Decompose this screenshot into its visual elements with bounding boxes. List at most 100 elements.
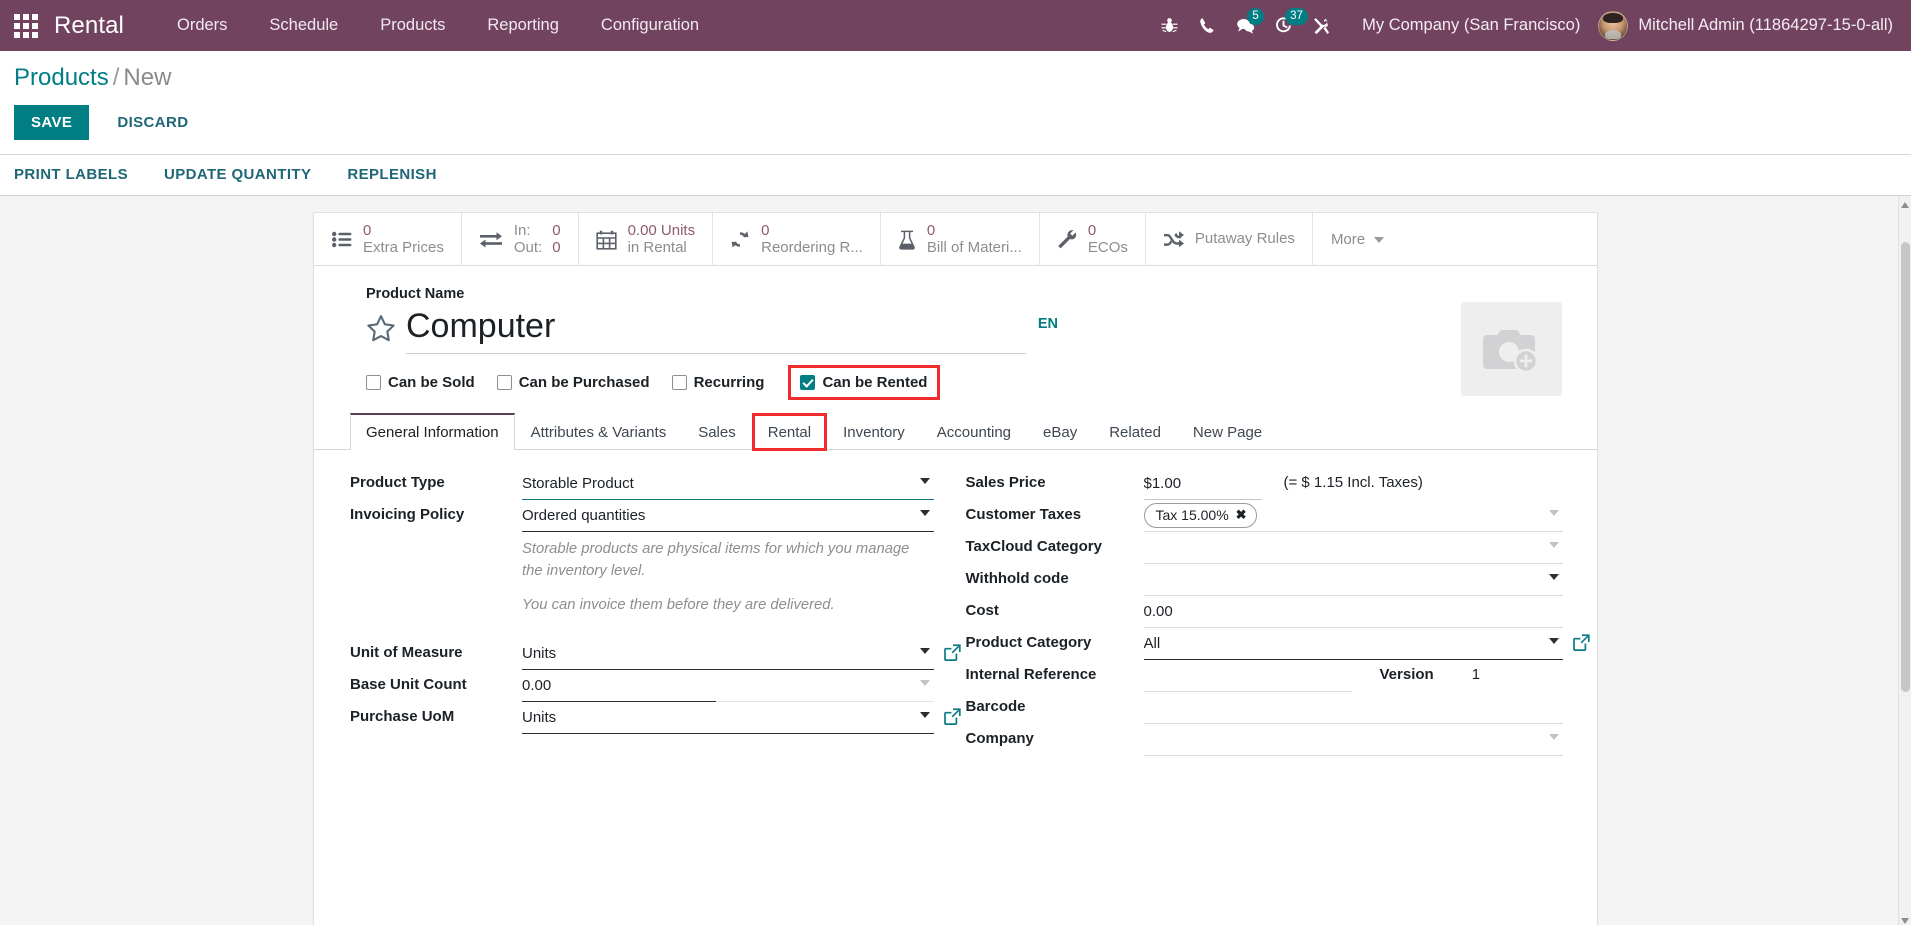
breadcrumb-separator: / — [109, 64, 124, 91]
stat-value: 0 — [1088, 223, 1128, 240]
can-be-rented-checkbox[interactable] — [800, 375, 815, 390]
recurring-checkbox[interactable] — [672, 375, 687, 390]
menu-item-schedule[interactable]: Schedule — [248, 0, 359, 51]
tools-icon[interactable] — [1302, 0, 1340, 51]
tab-attributes-variants[interactable]: Attributes & Variants — [515, 413, 683, 450]
stat-in-value: 0 — [552, 223, 560, 240]
barcode-input[interactable] — [1144, 692, 1564, 724]
can-be-sold-checkbox-item[interactable]: Can be Sold — [366, 374, 475, 391]
language-badge[interactable]: EN — [1038, 316, 1058, 332]
messages-badge-count: 5 — [1247, 8, 1264, 25]
company-select[interactable] — [1144, 724, 1564, 756]
breadcrumb: Products/New — [0, 51, 1911, 93]
vertical-scrollbar[interactable] — [1898, 196, 1911, 925]
taxcloud-category-select[interactable] — [1144, 532, 1564, 564]
star-outline-icon[interactable] — [366, 314, 396, 348]
menu-item-orders[interactable]: Orders — [156, 0, 248, 51]
can-be-purchased-label[interactable]: Can be Purchased — [519, 374, 650, 391]
stat-button-extra-prices[interactable]: 0 Extra Prices — [316, 213, 462, 266]
field-taxcloud-category: TaxCloud Category — [966, 532, 1564, 564]
tab-accounting[interactable]: Accounting — [921, 413, 1027, 450]
invoicing-policy-select[interactable] — [522, 500, 934, 532]
stat-button-ecos[interactable]: 0 ECOs — [1040, 213, 1146, 266]
discard-button[interactable]: DISCARD — [103, 105, 202, 140]
stat-button-putaway-rules[interactable]: Putaway Rules — [1146, 213, 1313, 266]
scroll-up-arrow-icon[interactable] — [1901, 202, 1909, 208]
customer-taxes-field[interactable]: Tax 15.00% ✖ — [1144, 500, 1564, 532]
unit-of-measure-label: Unit of Measure — [350, 638, 522, 661]
scrollbar-thumb[interactable] — [1901, 242, 1910, 692]
tab-inventory[interactable]: Inventory — [827, 413, 921, 450]
can-be-purchased-checkbox-item[interactable]: Can be Purchased — [497, 374, 650, 391]
field-withhold-code: Withhold code — [966, 564, 1564, 596]
cost-input[interactable] — [1144, 596, 1564, 628]
purchase-uom-select[interactable] — [522, 702, 934, 734]
menu-item-reporting[interactable]: Reporting — [466, 0, 580, 51]
base-unit-count-input[interactable] — [522, 670, 716, 702]
scroll-down-arrow-icon[interactable] — [1901, 918, 1909, 924]
stat-button-in-out[interactable]: In: 0 Out: 0 — [462, 213, 579, 266]
sales-price-label: Sales Price — [966, 468, 1144, 491]
tab-new-page[interactable]: New Page — [1177, 413, 1278, 450]
tab-ebay[interactable]: eBay — [1027, 413, 1093, 450]
customer-taxes-label: Customer Taxes — [966, 500, 1144, 523]
activities-clock-icon[interactable]: 37 — [1264, 0, 1302, 51]
sales-price-input[interactable] — [1144, 468, 1262, 500]
user-menu[interactable]: Mitchell Admin (11864297-15-0-all) — [1598, 11, 1897, 41]
stat-button-reordering-rules[interactable]: 0 Reordering R... — [713, 213, 881, 266]
can-be-rented-label[interactable]: Can be Rented — [822, 374, 927, 391]
base-unit-uom-select[interactable] — [716, 670, 934, 702]
apps-grid-icon[interactable] — [0, 0, 52, 51]
save-button[interactable]: SAVE — [14, 105, 89, 140]
update-quantity-button[interactable]: UPDATE QUANTITY — [164, 166, 311, 183]
recurring-checkbox-item[interactable]: Recurring — [672, 374, 765, 391]
internal-reference-input[interactable] — [1144, 660, 1352, 692]
menu-item-products[interactable]: Products — [359, 0, 466, 51]
withhold-code-select[interactable] — [1144, 564, 1564, 596]
tab-general-information[interactable]: General Information — [350, 413, 515, 450]
stat-label: Putaway Rules — [1195, 231, 1295, 248]
product-image-placeholder[interactable] — [1461, 302, 1562, 396]
form-notebook-tabs: General Information Attributes & Variant… — [314, 413, 1597, 450]
bug-icon[interactable] — [1150, 0, 1188, 51]
calendar-icon — [596, 230, 617, 250]
print-labels-button[interactable]: PRINT LABELS — [14, 166, 128, 183]
app-brand-rental[interactable]: Rental — [52, 12, 134, 40]
more-stat-buttons-dropdown[interactable]: More — [1313, 213, 1402, 266]
purchase-uom-label: Purchase UoM — [350, 702, 522, 725]
avatar — [1598, 11, 1628, 41]
recurring-label[interactable]: Recurring — [694, 374, 765, 391]
exchange-arrows-icon — [479, 231, 503, 249]
tab-sales[interactable]: Sales — [682, 413, 752, 450]
unit-of-measure-select[interactable] — [522, 638, 934, 670]
product-category-internal-link-icon[interactable] — [1573, 634, 1590, 656]
product-type-select[interactable] — [522, 468, 934, 500]
purchase-uom-internal-link-icon[interactable] — [944, 708, 961, 730]
product-category-select[interactable] — [1144, 628, 1564, 660]
product-name-input[interactable] — [406, 304, 1026, 354]
stat-value: 0 — [761, 223, 863, 240]
remove-tag-icon[interactable]: ✖ — [1236, 506, 1247, 524]
breadcrumb-products[interactable]: Products — [14, 64, 109, 91]
messages-icon[interactable]: 5 — [1226, 0, 1264, 51]
can-be-sold-label[interactable]: Can be Sold — [388, 374, 475, 391]
phone-icon[interactable] — [1188, 0, 1226, 51]
can-be-rented-checkbox-item[interactable]: Can be Rented — [800, 374, 927, 391]
tab-rental[interactable]: Rental — [752, 413, 827, 451]
camera-add-icon — [1481, 323, 1543, 375]
flask-icon — [898, 230, 916, 250]
replenish-button[interactable]: REPLENISH — [347, 166, 436, 183]
stat-out-value: 0 — [552, 240, 560, 257]
company-selector[interactable]: My Company (San Francisco) — [1340, 16, 1598, 35]
unit-of-measure-internal-link-icon[interactable] — [944, 644, 961, 666]
field-company: Company — [966, 724, 1564, 756]
menu-item-configuration[interactable]: Configuration — [580, 0, 720, 51]
can-be-purchased-checkbox[interactable] — [497, 375, 512, 390]
stat-button-in-rental[interactable]: 0.00 Units in Rental — [579, 213, 714, 266]
field-barcode: Barcode — [966, 692, 1564, 724]
tab-related[interactable]: Related — [1093, 413, 1177, 450]
stat-button-bill-of-materials[interactable]: 0 Bill of Materi... — [881, 213, 1040, 266]
form-column-left: Product Type Invoicing Policy — [314, 468, 956, 756]
customer-tax-tag[interactable]: Tax 15.00% ✖ — [1144, 503, 1257, 528]
can-be-sold-checkbox[interactable] — [366, 375, 381, 390]
